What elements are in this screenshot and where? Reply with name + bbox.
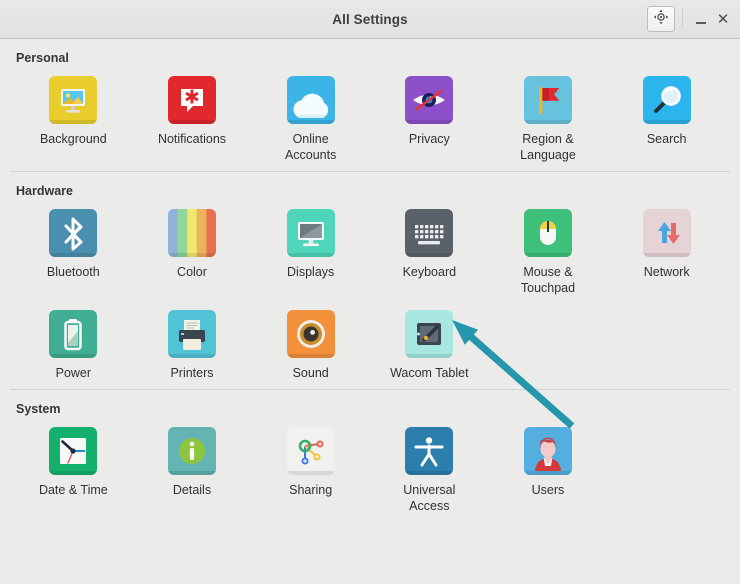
color-icon [167,209,216,257]
svg-text:✱: ✱ [184,87,200,109]
network-icon [642,209,691,257]
tile-label: Region & Language [520,132,576,162]
settings-content: Personal Background ✱ Notifications Onli… [0,39,740,583]
settings-tile-region-language[interactable]: Region & Language [489,74,608,171]
settings-tile-background[interactable]: Background [14,74,133,171]
universal-access-icon [405,427,454,475]
settings-tile-users[interactable]: Users [489,425,608,522]
grid-personal: Background ✱ Notifications Online Accoun… [14,74,726,171]
settings-tile-notifications[interactable]: ✱ Notifications [133,74,252,171]
region-language-icon [523,76,572,124]
sound-icon [286,310,335,358]
printers-icon [167,310,216,358]
tile-label: Bluetooth [46,265,100,279]
section-title-hardware: Hardware [16,184,73,198]
settings-tile-displays[interactable]: Displays [251,207,370,304]
section-title-system: System [16,402,61,416]
window-title: All Settings [332,11,408,27]
bluetooth-icon [49,209,98,257]
settings-tile-details[interactable]: Details [133,425,252,522]
section-title-personal: Personal [16,51,69,65]
power-icon [49,310,98,358]
settings-tile-network[interactable]: Network [607,207,726,304]
tile-label: Universal Access [403,483,456,513]
users-icon [523,427,572,475]
tile-label: Background [39,132,107,146]
tile-label: Details [172,483,212,497]
settings-tile-wacom-tablet[interactable]: Wacom Tablet [370,308,489,389]
details-icon [167,427,216,475]
close-button[interactable]: ✕ [712,6,734,32]
section-personal: Personal Background ✱ Notifications Onli… [0,39,740,171]
tile-label: Notifications [157,132,227,146]
mouse-touchpad-icon [523,209,572,257]
settings-tile-color[interactable]: Color [133,207,252,304]
sharing-icon [286,427,335,475]
online-accounts-icon [286,76,335,124]
minimize-icon [696,21,706,24]
date-time-icon [49,427,98,475]
tile-label: Color [177,265,207,279]
tile-label: Privacy [408,132,450,146]
grid-hardware: Bluetooth Color Displays Keyboard Mouse … [14,207,726,389]
target-crosshair-icon [653,9,669,30]
settings-tile-universal-access[interactable]: Universal Access [370,425,489,522]
settings-tile-mouse-touchpad[interactable]: Mouse & Touchpad [489,207,608,304]
settings-tile-sound[interactable]: Sound [251,308,370,389]
section-system: System Date & Time Details Sharing Unive… [0,390,740,522]
titlebar: All Settings ✕ [0,0,740,39]
titlebar-separator [682,9,683,29]
settings-tile-sharing[interactable]: Sharing [251,425,370,522]
tile-label: Mouse & Touchpad [520,265,576,295]
tile-label: Printers [170,366,214,380]
settings-window: All Settings ✕ Personal Background ✱ Not… [0,0,740,583]
settings-tile-bluetooth[interactable]: Bluetooth [14,207,133,304]
minimize-button[interactable] [690,6,712,32]
settings-tile-privacy[interactable]: Privacy [370,74,489,171]
tile-label: Online Accounts [284,132,337,162]
close-icon: ✕ [716,9,730,28]
background-icon [49,76,98,124]
tile-label: Date & Time [38,483,108,497]
search-settings-button[interactable] [647,6,675,32]
settings-tile-online-accounts[interactable]: Online Accounts [251,74,370,171]
grid-system: Date & Time Details Sharing Universal Ac… [14,425,726,522]
notifications-icon: ✱ [167,76,216,124]
settings-tile-search[interactable]: Search [607,74,726,171]
settings-tile-printers[interactable]: Printers [133,308,252,389]
tile-label: Displays [287,265,335,279]
keyboard-icon [405,209,454,257]
tile-label: Power [55,366,92,380]
tile-label: Network [643,265,690,279]
titlebar-controls: ✕ [647,0,734,38]
displays-icon [286,209,335,257]
tile-label: Search [646,132,687,146]
privacy-icon [405,76,454,124]
search-icon [642,76,691,124]
tile-label: Users [531,483,565,497]
tile-label: Wacom Tablet [390,366,469,380]
tile-label: Sound [292,366,329,380]
tile-label: Sharing [289,483,333,497]
settings-tile-keyboard[interactable]: Keyboard [370,207,489,304]
tile-label: Keyboard [402,265,457,279]
settings-tile-date-time[interactable]: Date & Time [14,425,133,522]
section-hardware: Hardware Bluetooth Color Displays Keyboa… [0,172,740,389]
wacom-tablet-icon [405,310,454,358]
settings-tile-power[interactable]: Power [14,308,133,389]
